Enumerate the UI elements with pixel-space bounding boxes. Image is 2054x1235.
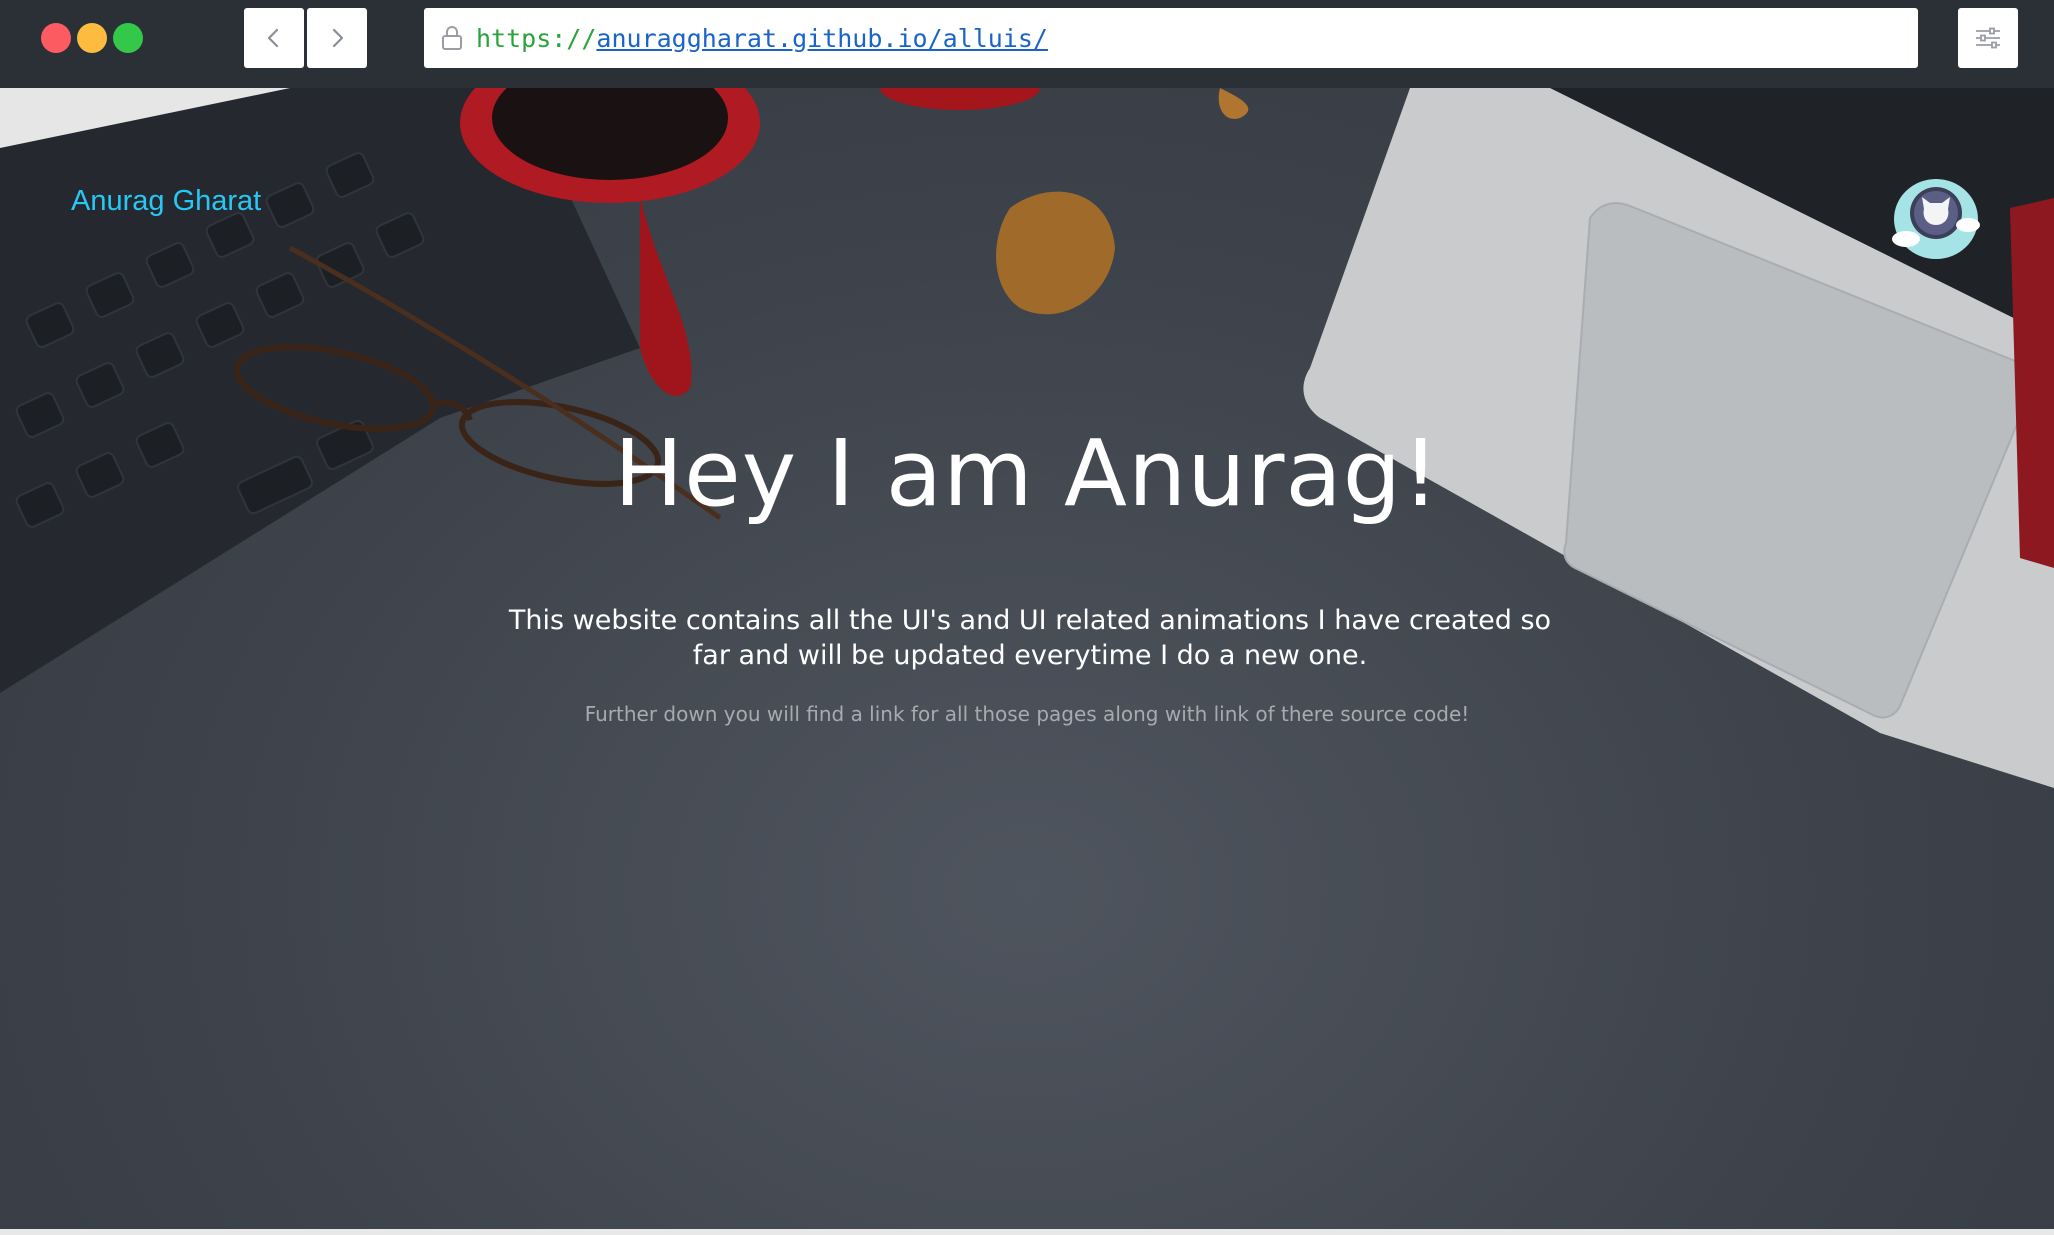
lock-icon (438, 24, 466, 52)
hero-note: Further down you will find a link for al… (584, 702, 1470, 726)
window-close-button[interactable] (41, 23, 71, 53)
chevron-right-icon (332, 28, 344, 48)
window-maximize-button[interactable] (113, 23, 143, 53)
address-bar[interactable]: https://anuraggharat.github.io/alluis/ (424, 8, 1918, 68)
window-minimize-button[interactable] (77, 23, 107, 53)
browser-window: https://anuraggharat.github.io/alluis/ A… (0, 0, 2054, 1235)
url-host[interactable]: anuraggharat.github.io/alluis/ (596, 24, 1048, 53)
forward-button[interactable] (307, 8, 367, 68)
url-text[interactable]: https://anuraggharat.github.io/alluis/ (476, 24, 1048, 53)
sliders-icon (1976, 27, 2000, 49)
chevron-left-icon (267, 28, 279, 48)
browser-settings-button[interactable] (1958, 8, 2018, 68)
site-brand-link[interactable]: Anurag Gharat (71, 185, 261, 218)
url-scheme: https:// (476, 23, 597, 53)
back-button[interactable] (244, 8, 304, 68)
hero-title: Hey I am Anurag! (613, 420, 1441, 527)
github-octocat-icon[interactable] (1890, 173, 1982, 261)
hero-subtitle: This website contains all the UI's and U… (508, 605, 1552, 671)
browser-toolbar: https://anuraggharat.github.io/alluis/ (0, 0, 2054, 88)
page-viewport: Anurag Gharat Hey I am Anurag! This webs… (0, 88, 2054, 1235)
